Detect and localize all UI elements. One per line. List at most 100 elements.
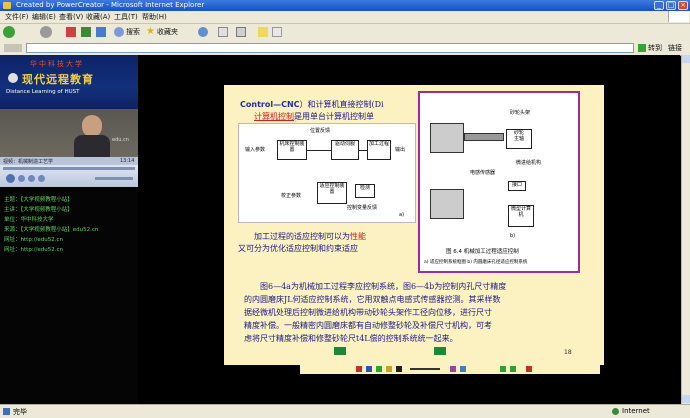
play-icon[interactable] — [6, 174, 15, 183]
arrow-line — [359, 150, 367, 151]
sense-box: 检测 — [355, 184, 375, 198]
info-label: 来源： — [4, 227, 21, 233]
folder-icon[interactable] — [258, 27, 268, 37]
course-banner: 华中科技大学 现代远程教育 Distance Learning of HUST — [0, 55, 138, 109]
minimize-button[interactable]: _ — [654, 1, 664, 10]
menu-file[interactable]: 文件(F) — [5, 12, 29, 22]
favorites-icon[interactable]: ★ — [146, 27, 156, 37]
diagram-b: 砂轮头架 砂轮 主轴 微进给机构 电感传感器 接口 微型计算机 b) 图 6.4 … — [418, 91, 580, 273]
title-bar: Created by PowerCreator - Microsoft Inte… — [0, 0, 690, 11]
scroll-down-icon[interactable] — [682, 395, 690, 403]
close-button[interactable]: × — [678, 1, 688, 10]
video-watermark: edu.cn — [112, 137, 129, 143]
drive-servo-box: 驱动伺服 — [331, 140, 359, 160]
slide-mid-2: 又可分为优化适应控制和约束适应 — [238, 244, 358, 253]
print-icon[interactable] — [236, 27, 246, 37]
toolbar-prev-icon[interactable] — [500, 366, 506, 372]
info-label: 主题： — [4, 197, 21, 203]
info-label: 网址： — [4, 237, 21, 243]
info-label: 单位： — [4, 217, 21, 223]
messenger-icon[interactable] — [272, 27, 282, 37]
next-icon[interactable] — [38, 175, 45, 182]
nav-next-icon[interactable] — [434, 347, 446, 355]
course-info-panel: 主题：【大学视频教程小站】 主讲：【大学视频教程小站】 单位：华中科技大学 来源… — [0, 187, 138, 404]
info-value[interactable]: http://edu52.cn — [21, 247, 63, 253]
annotation-toolbar — [300, 364, 600, 374]
video-area[interactable]: edu.cn — [0, 109, 138, 157]
toolbar: 搜索 ★ 收藏夹 — [0, 24, 690, 41]
address-label-icon — [4, 44, 22, 52]
pointer-icon[interactable] — [460, 366, 466, 372]
forward-icon[interactable] — [40, 26, 52, 38]
computer-box: 微型计算机 — [508, 205, 534, 227]
para-line-3: 据经微机处理后控制微进给机构带动砂轮头架作工径向位移，进行尺寸 — [244, 308, 492, 317]
back-icon[interactable] — [3, 26, 15, 38]
sensor-label: 电感传感器 — [470, 170, 496, 176]
window-title: Created by PowerCreator - Microsoft Inte… — [16, 1, 205, 9]
pen-green-icon[interactable] — [376, 366, 382, 372]
scroll-up-icon[interactable] — [682, 55, 690, 63]
interface-box: 接口 — [508, 181, 526, 191]
slide-keyword: 计算机控制 — [254, 112, 294, 121]
windows-logo-icon — [668, 11, 689, 22]
nav-prev-icon[interactable] — [334, 347, 346, 355]
slide-mid-keyword: 性能 — [350, 232, 366, 241]
info-value: 【大学视频教程小站】 — [20, 197, 73, 203]
previous-icon[interactable] — [28, 175, 35, 182]
favorites-button[interactable]: 收藏夹 — [157, 27, 178, 37]
toolbar-next-icon[interactable] — [510, 366, 516, 372]
seek-bar[interactable] — [3, 167, 135, 170]
menu-edit[interactable]: 编辑(E) — [32, 12, 56, 22]
slide-line-2: 是用单台计算机控制单 — [294, 112, 374, 121]
wheel-head-label: 砂轮头架 — [510, 110, 531, 116]
slide-page-number: 18 — [564, 349, 572, 356]
spindle-label: 主轴 — [513, 136, 524, 142]
position-feedback-label: 位置反馈 — [309, 128, 330, 134]
go-icon[interactable] — [638, 44, 646, 52]
pen-red-icon[interactable] — [356, 366, 362, 372]
slide-mid-1: 加工过程的适应控制可以为 — [254, 232, 350, 241]
stop-icon[interactable] — [66, 27, 76, 37]
info-label: 主讲： — [4, 207, 21, 213]
para-line-2: 的内圆磨床JL何适应控制系统，它用双触点电感式传感器控测。其采样数 — [244, 295, 501, 304]
globe-logo-icon — [8, 73, 18, 83]
menu-help[interactable]: 帮助(H) — [142, 12, 167, 22]
pen-blue-icon[interactable] — [366, 366, 372, 372]
maximize-button[interactable]: □ — [666, 1, 676, 10]
para-line-5: 虑将尺寸精度补偿和修整砂轮尺t4L偿的控制系统统一起来。 — [244, 334, 458, 343]
info-value[interactable]: http://edu52.cn — [21, 237, 63, 243]
home-icon[interactable] — [96, 27, 106, 37]
search-icon[interactable] — [114, 27, 124, 37]
line-width-icon[interactable] — [410, 368, 440, 370]
lecturer-head — [82, 115, 102, 137]
info-label: 网址： — [4, 247, 21, 253]
spindle-shape — [464, 133, 504, 141]
player-title: 视频：机械制造工艺学 — [3, 159, 54, 165]
para-line-1: 图6—4a为机械加工过程李应控制系统，图6—4b为控制内孔尺寸精度 — [260, 282, 507, 291]
eraser-icon[interactable] — [450, 366, 456, 372]
menu-view[interactable]: 查看(V) — [59, 12, 83, 22]
pen-black-icon[interactable] — [396, 366, 402, 372]
stop-icon[interactable] — [18, 175, 25, 182]
workpiece-2-shape — [430, 189, 464, 219]
banner-subtitle: Distance Learning of HUST — [6, 89, 80, 95]
refresh-icon[interactable] — [81, 27, 91, 37]
volume-slider[interactable] — [95, 177, 133, 180]
search-button[interactable]: 搜索 — [126, 27, 140, 37]
diagram-a-label: a) — [399, 212, 405, 218]
menu-favorites[interactable]: 收藏(A) — [86, 12, 110, 22]
pen-yellow-icon[interactable] — [386, 366, 392, 372]
lecturer-body — [74, 135, 110, 157]
go-button[interactable]: 转到 — [648, 43, 662, 53]
status-text: 完毕 — [13, 408, 27, 416]
close-pen-icon[interactable] — [526, 366, 532, 372]
menu-tools[interactable]: 工具(T) — [114, 12, 138, 22]
vertical-scrollbar[interactable] — [681, 55, 690, 404]
address-input[interactable] — [26, 43, 634, 53]
history-icon[interactable] — [198, 27, 208, 37]
links-button[interactable]: 链接 — [668, 43, 682, 53]
mail-icon[interactable] — [218, 27, 228, 37]
info-value: 【大学视频教程小站】edu52.cn — [20, 227, 99, 233]
player-time: 13:14 — [120, 158, 135, 164]
banner-university: 华中科技大学 — [30, 60, 84, 68]
